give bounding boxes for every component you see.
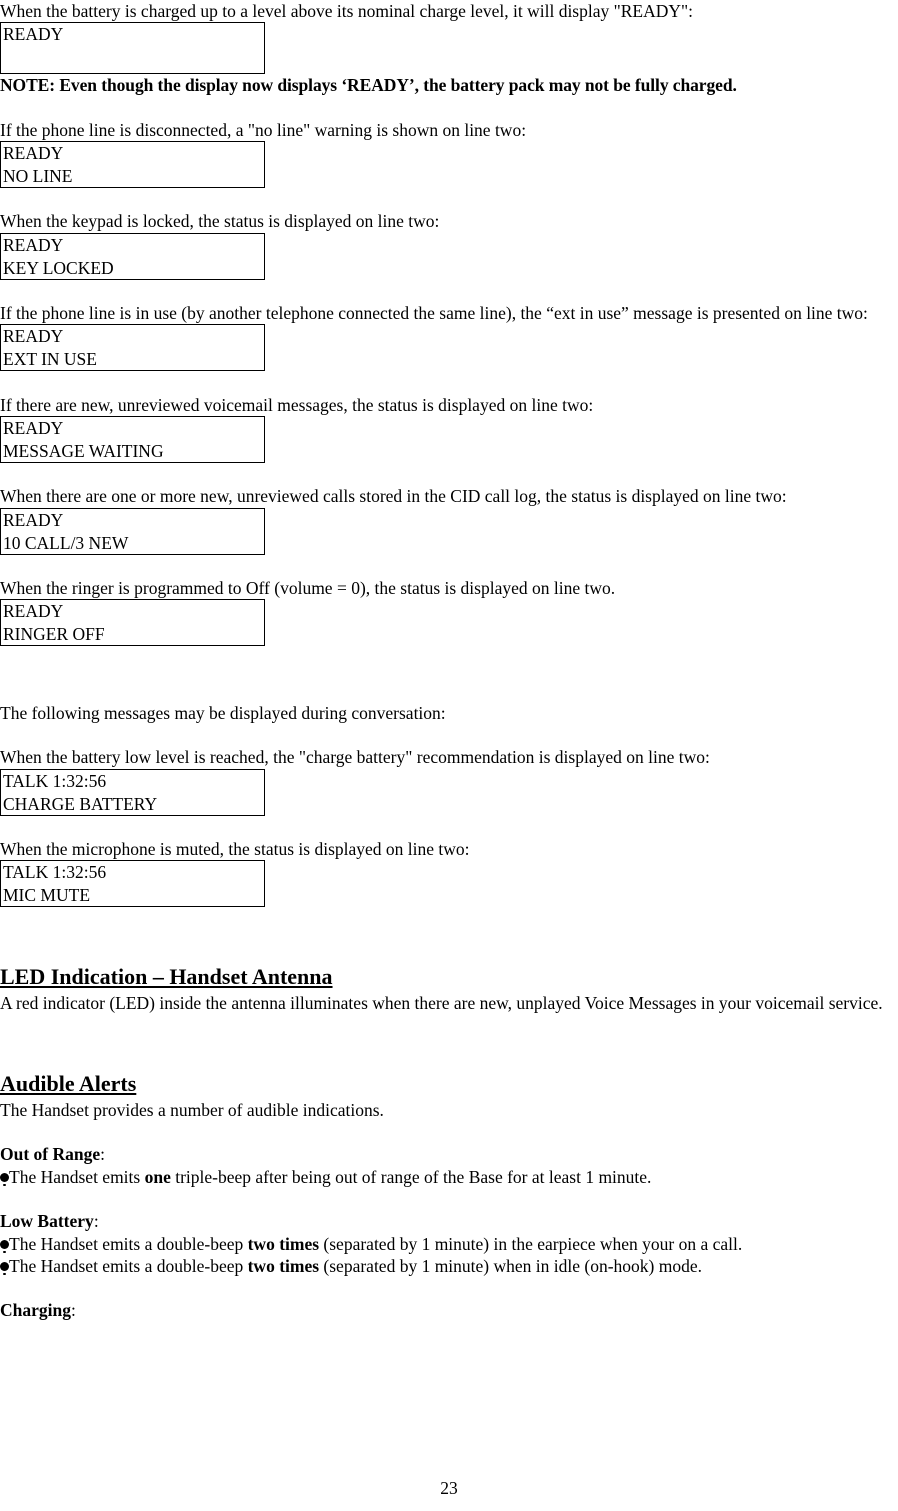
lcd-line-2: MIC MUTE	[3, 885, 91, 906]
lcd-display-charge-battery: TALK 1:32:56 CHARGE BATTERY	[0, 768, 265, 816]
lcd-display-call-log: READY 10 CALL/3 NEW	[0, 507, 265, 555]
paragraph-no-line: If the phone line is disconnected, a "no…	[0, 119, 527, 140]
lcd-line-1: TALK 1:32:56	[3, 862, 107, 883]
paragraph-ext-in-use: If the phone line is in use (by another …	[0, 303, 868, 324]
label-charging: Charging:	[0, 1299, 898, 1321]
low-battery-colon: :	[93, 1211, 99, 1232]
paragraph-message-waiting: If there are new, unreviewed voicemail m…	[0, 394, 594, 415]
led-heading-row: LED Indication – Handset Antenna	[0, 963, 898, 992]
page-number: 23	[440, 1478, 458, 1498]
paragraph-charge-battery: When the battery low level is reached, t…	[0, 747, 710, 768]
label-low-battery: Low Battery:	[0, 1210, 898, 1232]
bullet-text-pre: The Handset emits	[9, 1166, 145, 1187]
lcd-line-1: READY	[3, 234, 64, 255]
lcd-line-1: TALK 1:32:56	[3, 770, 107, 791]
paragraph-mic-mute: When the microphone is muted, the status…	[0, 838, 470, 859]
note-paragraph: NOTE: Even though the display now displa…	[0, 75, 737, 96]
lcd-display-key-locked: READY KEY LOCKED	[0, 232, 265, 280]
lcd-line-2: MESSAGE WAITING	[3, 440, 164, 461]
lcd-line-2: 10 CALL/3 NEW	[3, 532, 129, 553]
paragraph-key-locked: When the keypad is locked, the status is…	[0, 211, 440, 232]
document-body: When the battery is charged up to a leve…	[0, 0, 898, 1322]
lcd-line-2: NO LINE	[3, 166, 73, 187]
lcd-line-2: RINGER OFF	[3, 624, 105, 645]
bullet-icon	[0, 1172, 9, 1187]
lcd-line-1: READY	[3, 143, 64, 164]
bullet-icon	[0, 1261, 9, 1276]
lcd-line-1: READY	[3, 326, 64, 347]
bullet-low-battery-2: The Handset emits a double-beep two time…	[0, 1255, 898, 1277]
out-of-range-label-text: Out of Range	[0, 1144, 101, 1165]
paragraph-audible-body: The Handset provides a number of audible…	[0, 1099, 384, 1120]
bullet-text-bold: two times	[247, 1255, 320, 1276]
paragraph-ringer-off: When the ringer is programmed to Off (vo…	[0, 577, 616, 598]
lcd-display-no-line: READY NO LINE	[0, 141, 265, 189]
heading-led-indication: LED Indication – Handset Antenna	[0, 963, 333, 989]
paragraph-led-body: A red indicator (LED) inside the antenna…	[0, 992, 883, 1013]
bullet-icon	[0, 1239, 9, 1253]
bullet-text-post: triple-beep after being out of range of …	[170, 1166, 652, 1187]
bullet-text-pre: The Handset emits a double-beep	[9, 1255, 248, 1276]
lcd-display-ext-in-use: READY EXT IN USE	[0, 324, 265, 372]
lcd-line-1: READY	[3, 509, 64, 530]
bullet-out-of-range-1: The Handset emits one triple-beep after …	[0, 1166, 898, 1188]
heading-audible-alerts: Audible Alerts	[0, 1070, 137, 1096]
bullet-text-bold: one	[144, 1166, 171, 1187]
lcd-line-1: READY	[3, 417, 64, 438]
bullet-low-battery-1: The Handset emits a double-beep two time…	[0, 1233, 898, 1255]
low-battery-label-text: Low Battery	[0, 1211, 94, 1232]
bullet-text-post: (separated by 1 minute) when in idle (on…	[319, 1255, 702, 1276]
paragraph-cid-call-log: When there are one or more new, unreview…	[0, 486, 787, 507]
charging-label-text: Charging	[0, 1300, 71, 1321]
lcd-line-1: READY	[3, 24, 64, 45]
conversation-intro-paragraph: The following messages may be displayed …	[0, 702, 446, 723]
bullet-text-pre: The Handset emits a double-beep	[9, 1233, 248, 1254]
bullet-text-bold: two times	[247, 1233, 320, 1254]
lcd-line-2: KEY LOCKED	[3, 257, 114, 278]
lcd-display-mic-mute: TALK 1:32:56 MIC MUTE	[0, 860, 265, 908]
lcd-line-2: EXT IN USE	[3, 349, 97, 370]
out-of-range-colon: :	[100, 1144, 106, 1165]
lcd-line-2: CHARGE BATTERY	[3, 793, 158, 814]
charging-colon: :	[70, 1300, 76, 1321]
label-out-of-range: Out of Range:	[0, 1143, 898, 1165]
lcd-display-ringer-off: READY RINGER OFF	[0, 599, 265, 647]
document-page: When the battery is charged up to a leve…	[0, 0, 898, 1511]
lcd-display-ready: READY	[0, 22, 265, 75]
bullet-text-post: (separated by 1 minute) in the earpiece …	[319, 1233, 743, 1254]
intro-paragraph: When the battery is charged up to a leve…	[0, 1, 694, 21]
lcd-line-1: READY	[3, 601, 64, 622]
lcd-display-message-waiting: READY MESSAGE WAITING	[0, 415, 265, 463]
audible-heading-row: Audible Alerts	[0, 1070, 898, 1099]
